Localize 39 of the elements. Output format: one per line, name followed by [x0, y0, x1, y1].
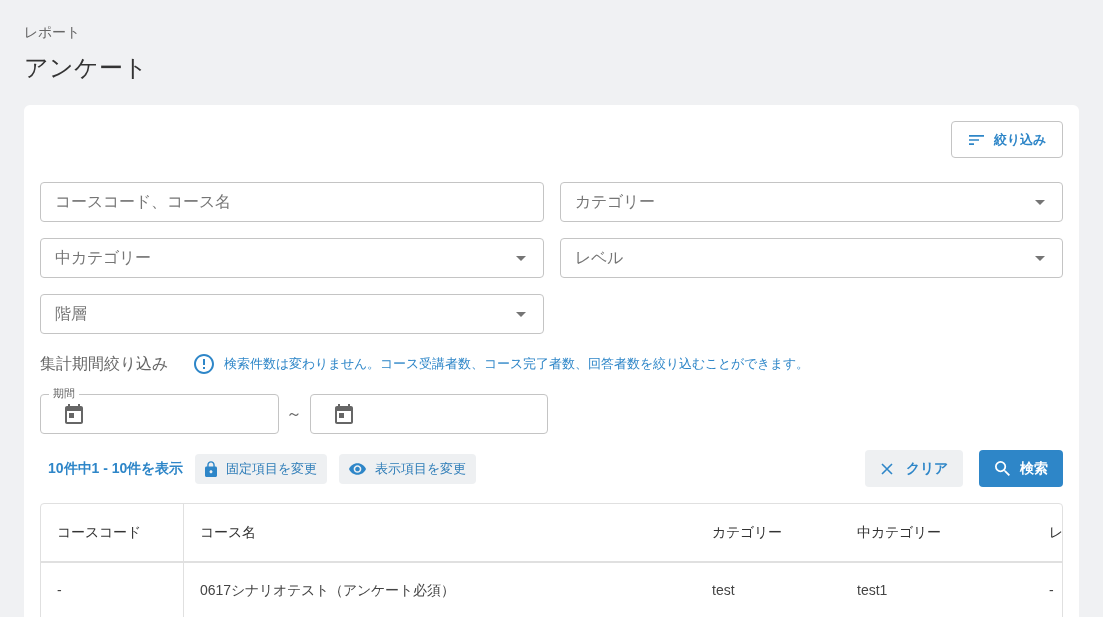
close-icon	[880, 462, 893, 475]
calendar-icon	[334, 404, 353, 424]
caret-icon	[515, 255, 526, 261]
column-header: コースコード	[41, 504, 184, 561]
page-title: アンケート	[24, 53, 148, 83]
range-separator: ～	[285, 404, 303, 424]
date-field[interactable]	[309, 394, 548, 434]
search-button[interactable]: 検索	[979, 450, 1063, 487]
filter-icon	[968, 134, 984, 145]
breadcrumb: レポート	[24, 23, 80, 42]
lock-icon	[205, 460, 218, 477]
clear-button[interactable]: クリア	[865, 450, 963, 487]
info-text: 検索件数は変わりません。コース受講者数、コース完了者数、回答者数を絞り込むことができます。	[224, 355, 809, 374]
caret-icon	[1035, 199, 1045, 205]
dropdown[interactable]: カテゴリー	[559, 182, 1063, 222]
dropdown[interactable]: 中カテゴリー	[40, 238, 544, 278]
table-cell-text: test1	[856, 581, 889, 600]
column-settings-button[interactable]: 固定項目を変更	[195, 453, 328, 484]
search-icon	[994, 461, 1010, 476]
dropdown[interactable]: レベル	[559, 238, 1063, 278]
eye-icon	[349, 462, 367, 475]
caret-icon	[515, 311, 526, 317]
table-cell: -	[41, 563, 184, 617]
result-count: 10件中1 - 10件を表示	[48, 459, 184, 478]
calendar-icon	[65, 404, 83, 424]
column-header: コース名	[199, 523, 257, 542]
field-label: 期間	[49, 387, 79, 400]
filter-button[interactable]: 絞り込み	[951, 121, 1063, 158]
search-field[interactable]: コースコード、コース名	[40, 182, 544, 222]
column-header: 中カテゴリー	[856, 523, 942, 542]
column-settings-button[interactable]: 表示項目を変更	[339, 453, 477, 484]
table-cell-text: 0617シナリオテスト（アンケート必須）	[199, 581, 457, 600]
table-cell-text: -	[1048, 581, 1055, 600]
column-header: カテゴリー	[711, 523, 783, 542]
period-label: 集計期間絞り込み	[40, 354, 168, 374]
table-cell-text: test	[711, 581, 736, 600]
dropdown[interactable]: 階層	[40, 294, 544, 334]
caret-icon	[1035, 255, 1045, 261]
column-header: レ	[1048, 523, 1064, 542]
